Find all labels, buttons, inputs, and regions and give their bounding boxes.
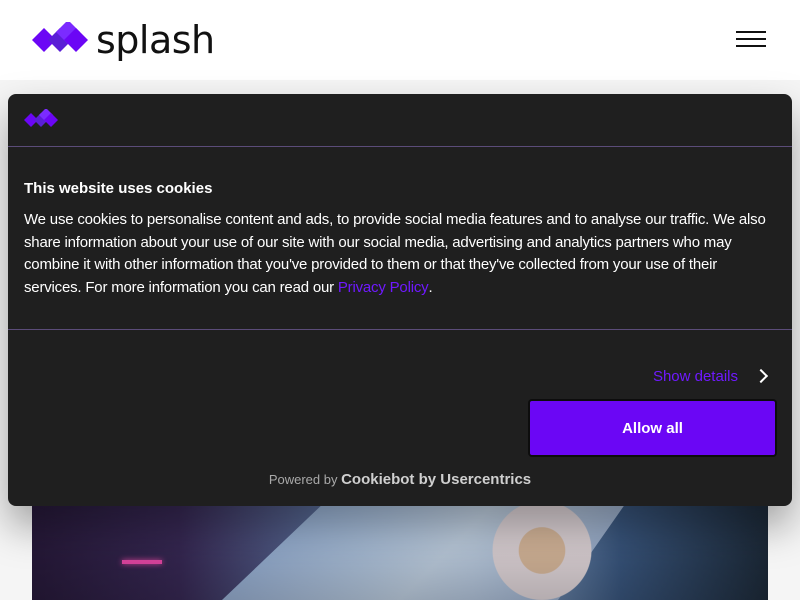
- allow-all-button[interactable]: Allow all: [528, 399, 777, 457]
- dialog-body: This website uses cookies We use cookies…: [8, 147, 792, 329]
- cookie-consent-dialog: This website uses cookies We use cookies…: [8, 94, 792, 506]
- dialog-text: We use cookies to personalise content an…: [24, 209, 776, 299]
- splash-logo-icon: [24, 109, 58, 127]
- dialog-brand: [8, 94, 792, 146]
- hamburger-menu-icon[interactable]: [736, 30, 768, 50]
- logo[interactable]: splash: [32, 18, 215, 62]
- site-header: splash: [0, 0, 800, 80]
- show-details-link[interactable]: Show details: [653, 368, 738, 385]
- chevron-right-icon[interactable]: [753, 368, 769, 384]
- dialog-title: This website uses cookies: [24, 180, 213, 197]
- dialog-text-end: .: [428, 278, 433, 296]
- show-details-row[interactable]: Show details: [8, 356, 792, 396]
- logo-text: splash: [96, 18, 215, 62]
- splash-logo-icon: [32, 22, 88, 52]
- divider: [8, 329, 792, 331]
- cookiebot-brand[interactable]: Cookiebot by Usercentrics: [341, 471, 531, 488]
- privacy-policy-link[interactable]: Privacy Policy: [338, 279, 429, 296]
- powered-by-prefix: Powered by: [268, 472, 342, 487]
- powered-by: Powered by Cookiebot by Usercentrics: [8, 471, 792, 488]
